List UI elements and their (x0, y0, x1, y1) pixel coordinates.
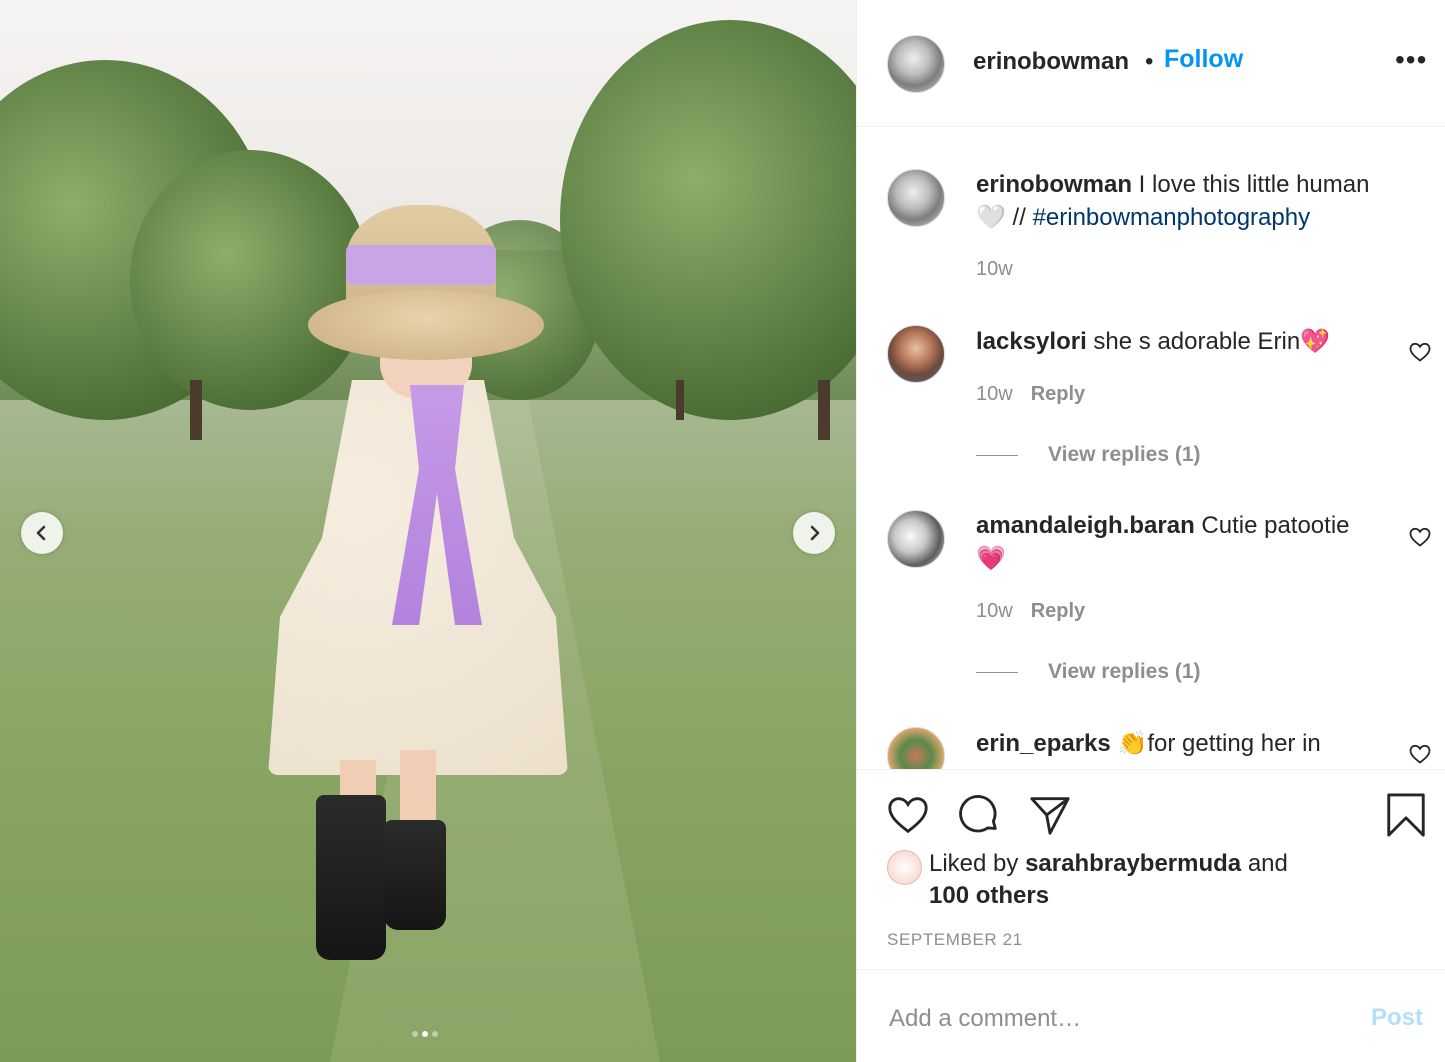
separator-bullet: • (1145, 48, 1154, 75)
next-photo-button[interactable] (793, 512, 835, 554)
likes-summary: Liked by sarahbraybermuda and 100 others (929, 850, 1288, 909)
comment-text: amandaleigh.baran Cutie patootie 💗 (976, 512, 1350, 572)
view-replies-button[interactable]: View replies (1) (976, 443, 1201, 467)
comments-list[interactable]: erinobowman I love this little human 🤍 /… (857, 127, 1445, 769)
author-avatar[interactable] (887, 35, 945, 93)
reply-button[interactable]: Reply (1031, 383, 1085, 405)
view-replies-button[interactable]: View replies (1) (976, 660, 1201, 684)
like-comment-heart-icon[interactable] (1408, 742, 1432, 766)
bookmark-icon[interactable] (1383, 792, 1429, 838)
comment-username[interactable]: erin_eparks (976, 730, 1111, 757)
comment-icon[interactable] (956, 792, 1002, 838)
more-icon[interactable]: ••• (1395, 46, 1427, 74)
liker-avatar[interactable] (887, 850, 922, 885)
carousel-indicator (412, 1031, 438, 1037)
boot (316, 795, 386, 960)
clapping-hands-emoji: 👏 (1117, 729, 1148, 757)
growing-heart-emoji: 💗 (976, 544, 1006, 572)
chevron-right-icon (810, 525, 820, 541)
like-comment-heart-icon[interactable] (1408, 340, 1432, 364)
post-header: erinobowman • Follow ••• (857, 0, 1445, 127)
post-photo[interactable] (0, 0, 856, 1062)
sparkling-heart-emoji: 💖 (1300, 327, 1331, 355)
comment-username[interactable]: amandaleigh.baran (976, 512, 1195, 539)
caption-avatar[interactable] (887, 169, 945, 227)
heart-icon[interactable] (885, 792, 931, 838)
commenter-avatar[interactable] (887, 510, 945, 568)
prev-photo-button[interactable] (21, 512, 63, 554)
caption-meta: 10w (976, 258, 1013, 281)
commenter-avatar[interactable] (887, 325, 945, 383)
reply-button[interactable]: Reply (1031, 600, 1085, 622)
caption-time[interactable]: 10w (976, 258, 1013, 280)
author-username[interactable]: erinobowman (973, 48, 1129, 76)
post-side-panel: erinobowman • Follow ••• erinobowman I l… (856, 0, 1445, 1062)
share-icon[interactable] (1027, 792, 1073, 838)
post-actions: Liked by sarahbraybermuda and 100 others … (857, 769, 1445, 969)
add-comment-bar: Post (857, 969, 1445, 1062)
comment-meta: 10w Reply (976, 600, 1086, 622)
hashtag-link[interactable]: #erinbowmanphotography (1033, 204, 1311, 231)
comment-input[interactable] (887, 1000, 1331, 1038)
post-comment-button[interactable]: Post (1371, 1004, 1423, 1032)
boot (384, 820, 446, 930)
comment-text: erin_eparks 👏for getting her in (976, 729, 1321, 757)
caption-text: erinobowman I love this little human 🤍 /… (976, 171, 1370, 231)
liker-username[interactable]: sarahbraybermuda (1025, 850, 1241, 877)
like-comment-heart-icon[interactable] (1408, 525, 1432, 549)
white-heart-emoji: 🤍 (976, 203, 1006, 231)
comment-text: lacksylori she s adorable Erin💖 (976, 327, 1331, 355)
comment-username[interactable]: lacksylori (976, 328, 1087, 355)
commenter-avatar[interactable] (887, 727, 945, 769)
comment-meta: 10w Reply (976, 383, 1086, 405)
follow-button[interactable]: Follow (1164, 45, 1243, 74)
post-date[interactable]: SEPTEMBER 21 (887, 930, 1023, 950)
caption-username[interactable]: erinobowman (976, 171, 1132, 198)
chevron-left-icon (36, 525, 46, 541)
likes-others-link[interactable]: 100 others (929, 882, 1049, 909)
